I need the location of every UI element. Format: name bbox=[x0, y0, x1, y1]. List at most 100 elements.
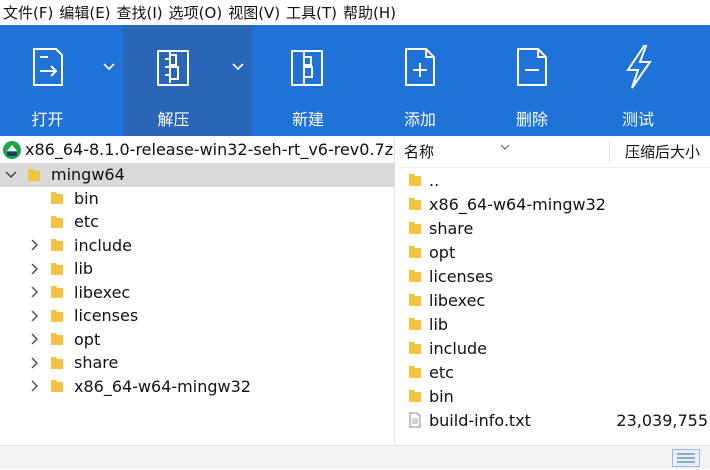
test-button[interactable]: 测试 bbox=[588, 25, 688, 136]
chevron-down-icon[interactable] bbox=[3, 167, 19, 183]
menu-options[interactable]: 选项(O) bbox=[166, 2, 226, 23]
tree-item-include[interactable]: include bbox=[0, 234, 394, 258]
tree-item-x86_64-w64-mingw32[interactable]: x86_64-w64-mingw32 bbox=[0, 375, 394, 399]
tree-item-label: mingw64 bbox=[51, 165, 125, 185]
sort-chevron-icon bbox=[500, 144, 510, 150]
list-item[interactable]: build-info.txt 23,039,755 bbox=[400, 408, 710, 432]
status-bar bbox=[0, 445, 710, 469]
menu-help[interactable]: 帮助(H) bbox=[340, 2, 399, 23]
details-view-icon[interactable] bbox=[672, 449, 700, 467]
folder-icon bbox=[51, 262, 63, 275]
archive-icon bbox=[3, 140, 21, 159]
folder-icon bbox=[409, 342, 421, 354]
list-header: 名称 压缩后大小 bbox=[400, 136, 710, 168]
menu-bar: 文件(F) 编辑(E) 查找(I) 选项(O) 视图(V) 工具(T) 帮助(H… bbox=[0, 0, 710, 25]
delete-label: 删除 bbox=[515, 110, 548, 129]
new-label: 新建 bbox=[291, 110, 324, 129]
open-dropdown[interactable] bbox=[95, 25, 123, 136]
folder-icon bbox=[409, 294, 421, 306]
tree-root-archive[interactable]: x86_64-8.1.0-release-win32-seh-rt_v6-rev… bbox=[0, 136, 394, 163]
open-button[interactable]: 打开 bbox=[0, 25, 95, 136]
list-item[interactable]: x86_64-w64-mingw32 bbox=[400, 192, 710, 216]
list-item-name: libexec bbox=[429, 290, 486, 310]
list-item[interactable]: licenses bbox=[400, 264, 710, 288]
list-item-name: build-info.txt bbox=[429, 410, 531, 430]
column-header-size[interactable]: 压缩后大小 bbox=[625, 141, 700, 162]
folder-icon bbox=[51, 309, 63, 322]
menu-view[interactable]: 视图(V) bbox=[225, 2, 283, 23]
tree-item-etc[interactable]: etc bbox=[0, 210, 394, 234]
list-item[interactable]: .. bbox=[400, 168, 710, 192]
menu-tools[interactable]: 工具(T) bbox=[283, 2, 340, 23]
list-item[interactable]: bin bbox=[400, 384, 710, 408]
text-file-icon bbox=[409, 412, 421, 428]
list-item-name: etc bbox=[429, 362, 454, 382]
list-item-name: opt bbox=[429, 242, 456, 262]
folder-icon bbox=[51, 239, 63, 252]
tree-item-bin[interactable]: bin bbox=[0, 187, 394, 211]
folder-icon bbox=[409, 270, 421, 282]
list-item[interactable]: opt bbox=[400, 240, 710, 264]
folder-tree: x86_64-8.1.0-release-win32-seh-rt_v6-rev… bbox=[0, 136, 395, 445]
folder-icon bbox=[51, 356, 63, 369]
chevron-right-icon[interactable] bbox=[27, 378, 43, 394]
tree-item-libexec[interactable]: libexec bbox=[0, 281, 394, 305]
folder-icon bbox=[51, 286, 63, 299]
folder-icon bbox=[409, 390, 421, 402]
file-list: 名称 压缩后大小 .. x86_64-w64-mingw32 share opt… bbox=[400, 136, 710, 445]
list-item-name: bin bbox=[429, 386, 454, 406]
list-item[interactable]: libexec bbox=[400, 288, 710, 312]
folder-icon bbox=[51, 380, 63, 393]
folder-icon bbox=[51, 333, 63, 346]
tree-item-mingw64[interactable]: mingw64 bbox=[0, 163, 394, 187]
chevron-right-icon[interactable] bbox=[27, 284, 43, 300]
list-item[interactable]: share bbox=[400, 216, 710, 240]
delete-button[interactable]: 删除 bbox=[476, 25, 588, 136]
chevron-right-icon[interactable] bbox=[27, 355, 43, 371]
menu-edit[interactable]: 编辑(E) bbox=[56, 2, 113, 23]
menu-file[interactable]: 文件(F) bbox=[0, 2, 56, 23]
tree-item-label: share bbox=[74, 353, 119, 373]
tree-item-licenses[interactable]: licenses bbox=[0, 304, 394, 328]
chevron-down-icon bbox=[103, 63, 115, 71]
tree-root-label: x86_64-8.1.0-release-win32-seh-rt_v6-rev… bbox=[25, 140, 394, 159]
folder-icon bbox=[409, 366, 421, 378]
menu-find[interactable]: 查找(I) bbox=[114, 2, 166, 23]
column-header-name[interactable]: 名称 bbox=[404, 141, 434, 162]
column-divider bbox=[609, 141, 610, 163]
list-item[interactable]: lib bbox=[400, 312, 710, 336]
tree-item-lib[interactable]: lib bbox=[0, 257, 394, 281]
toolbar: 打开 解压 新建 添加 删除 测试 bbox=[0, 25, 710, 136]
test-label: 测试 bbox=[621, 110, 654, 129]
folder-icon bbox=[51, 215, 63, 228]
new-button[interactable]: 新建 bbox=[252, 25, 364, 136]
tree-item-label: bin bbox=[74, 188, 99, 208]
list-item-name: licenses bbox=[429, 266, 494, 286]
chevron-right-icon[interactable] bbox=[27, 308, 43, 324]
extract-button[interactable]: 解压 bbox=[123, 25, 224, 136]
list-item-name: x86_64-w64-mingw32 bbox=[429, 194, 606, 214]
tree-item-label: licenses bbox=[74, 306, 139, 326]
folder-icon bbox=[409, 198, 421, 210]
tree-item-label: opt bbox=[74, 329, 101, 349]
zip-icon bbox=[150, 42, 198, 92]
extract-dropdown[interactable] bbox=[224, 25, 252, 136]
add-file-icon bbox=[396, 42, 444, 92]
add-button[interactable]: 添加 bbox=[364, 25, 476, 136]
folder-icon bbox=[28, 168, 40, 181]
tree-item-label: x86_64-w64-mingw32 bbox=[74, 376, 251, 396]
list-item-name: lib bbox=[429, 314, 449, 334]
list-item-name: include bbox=[429, 338, 487, 358]
open-icon bbox=[24, 42, 72, 92]
chevron-right-icon[interactable] bbox=[27, 237, 43, 253]
folder-icon bbox=[409, 246, 421, 258]
tree-item-share[interactable]: share bbox=[0, 351, 394, 375]
list-item-name: share bbox=[429, 218, 474, 238]
chevron-right-icon[interactable] bbox=[27, 261, 43, 277]
list-item[interactable]: etc bbox=[400, 360, 710, 384]
chevron-right-icon[interactable] bbox=[27, 331, 43, 347]
list-item-size: 23,039,755 bbox=[616, 410, 708, 430]
tree-item-opt[interactable]: opt bbox=[0, 328, 394, 352]
list-item[interactable]: include bbox=[400, 336, 710, 360]
chevron-down-icon bbox=[232, 63, 244, 71]
